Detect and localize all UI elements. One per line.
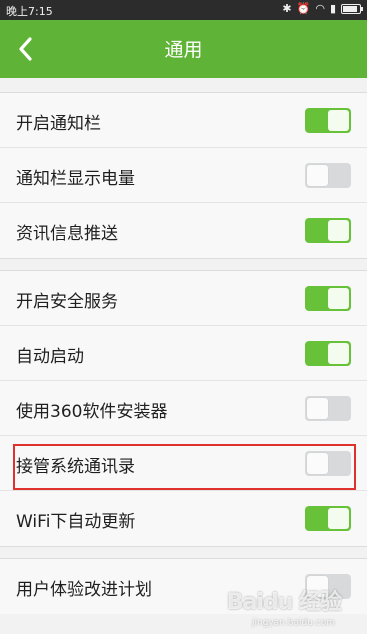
status-icons: ✱ ⏰ ◠ ▮ — [282, 2, 363, 15]
setting-label: 资讯信息推送 — [16, 224, 118, 244]
page-title: 通用 — [164, 39, 203, 61]
baidu-watermark-url: jingyan.baidu.com — [251, 618, 335, 628]
wifi-auto-update-toggle[interactable] — [305, 506, 351, 531]
setting-row-news-push: 资讯信息推送 — [0, 203, 367, 258]
baidu-watermark: Baidu 经验 — [226, 590, 342, 615]
360-installer-toggle[interactable] — [305, 396, 351, 421]
auto-start-toggle[interactable] — [305, 341, 351, 366]
settings-group-security: 开启安全服务 自动启动 使用360软件安装器 接管系统通讯录 WiFi下自动更新 — [0, 270, 367, 547]
setting-row-show-battery: 通知栏显示电量 — [0, 148, 367, 203]
status-bar: 晚上7:15 ✱ ⏰ ◠ ▮ — [0, 0, 367, 20]
contacts-takeover-toggle[interactable] — [305, 451, 351, 476]
setting-label: 用户体验改进计划 — [16, 580, 152, 600]
setting-row-contacts-takeover: 接管系统通讯录 — [0, 436, 367, 491]
setting-row-wifi-auto-update: WiFi下自动更新 — [0, 491, 367, 546]
toggle-knob — [328, 343, 349, 364]
setting-label: 开启安全服务 — [16, 292, 118, 312]
setting-label: 使用360软件安装器 — [16, 402, 168, 422]
toggle-knob — [328, 508, 349, 529]
battery-icon — [341, 3, 363, 14]
setting-label: 接管系统通讯录 — [16, 457, 135, 477]
bluetooth-icon: ✱ — [282, 2, 292, 15]
news-push-toggle[interactable] — [305, 218, 351, 243]
toggle-knob — [307, 398, 328, 419]
status-time: 晚上7:15 — [6, 5, 53, 18]
setting-row-360-installer: 使用360软件安装器 — [0, 381, 367, 436]
setting-row-security-service: 开启安全服务 — [0, 271, 367, 326]
security-service-toggle[interactable] — [305, 286, 351, 311]
setting-label: WiFi下自动更新 — [16, 512, 136, 532]
toggle-knob — [328, 220, 349, 241]
signal-icon: ▮ — [329, 2, 336, 15]
setting-label: 开启通知栏 — [16, 114, 101, 134]
toggle-knob — [328, 288, 349, 309]
toggle-knob — [307, 453, 328, 474]
notification-bar-toggle[interactable] — [305, 108, 351, 133]
toggle-knob — [307, 165, 328, 186]
settings-group-notifications: 开启通知栏 通知栏显示电量 资讯信息推送 — [0, 92, 367, 259]
setting-row-notification-bar: 开启通知栏 — [0, 93, 367, 148]
alarm-icon: ⏰ — [296, 2, 311, 15]
app-bar: 通用 — [0, 20, 367, 78]
setting-label: 自动启动 — [16, 347, 84, 367]
wifi-icon: ◠ — [315, 2, 325, 15]
toggle-knob — [328, 110, 349, 131]
setting-label: 通知栏显示电量 — [16, 169, 135, 189]
setting-row-auto-start: 自动启动 — [0, 326, 367, 381]
show-battery-toggle[interactable] — [305, 163, 351, 188]
